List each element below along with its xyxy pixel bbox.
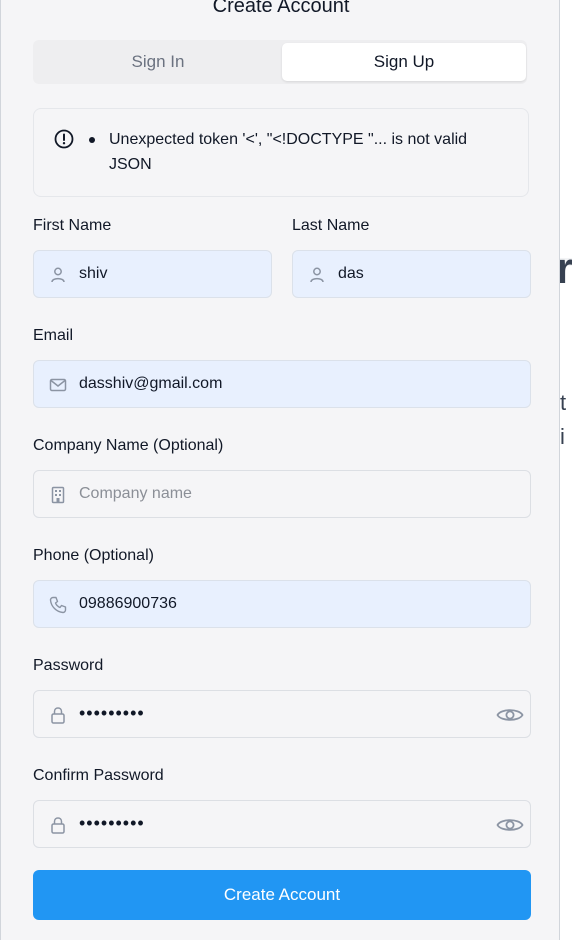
password-masked-value: ••••••••• <box>79 703 145 723</box>
tab-sign-up[interactable]: Sign Up <box>282 43 526 81</box>
company-label: Company Name (Optional) <box>33 437 224 454</box>
company-name-field[interactable]: Company name <box>33 470 531 518</box>
email-label: Email <box>33 327 74 344</box>
user-icon <box>310 267 324 283</box>
last-name-value: das <box>338 265 364 282</box>
error-message: Unexpected token '<', "<!DOCTYPE "... is… <box>109 131 468 173</box>
lock-icon <box>51 707 65 724</box>
error-alert: Unexpected token '<', "<!DOCTYPE "... is… <box>33 108 529 197</box>
email-field[interactable]: dasshiv@gmail.com <box>33 360 531 408</box>
eye-icon[interactable] <box>496 705 524 725</box>
last-name-field[interactable]: das <box>292 250 531 298</box>
lock-icon <box>51 817 65 834</box>
last-name-label: Last Name <box>292 217 370 234</box>
phone-field[interactable]: 09886900736 <box>33 580 531 628</box>
create-account-button[interactable]: Create Account <box>33 870 531 920</box>
email-value: dasshiv@gmail.com <box>79 375 223 392</box>
mail-icon <box>49 378 67 392</box>
confirm-password-masked-value: ••••••••• <box>79 813 145 833</box>
eye-icon[interactable] <box>496 815 524 835</box>
first-name-value: shiv <box>79 265 108 282</box>
confirm-password-field[interactable]: ••••••••• <box>33 800 531 848</box>
building-icon <box>51 486 65 504</box>
first-name-label: First Name <box>33 217 112 234</box>
list-bullet <box>89 137 95 143</box>
auth-tabs: Sign In Sign Up <box>33 40 527 84</box>
company-placeholder: Company name <box>79 485 192 502</box>
phone-label: Phone (Optional) <box>33 547 154 564</box>
password-label: Password <box>33 657 104 674</box>
phone-icon <box>49 596 67 614</box>
confirm-password-label: Confirm Password <box>33 767 164 784</box>
background-text-fragment: t <box>560 390 567 415</box>
password-field[interactable]: ••••••••• <box>33 690 531 738</box>
alert-circle-icon <box>54 129 74 149</box>
page-title: Create Account <box>212 0 350 17</box>
background-text-fragment: i <box>560 424 565 449</box>
phone-value: 09886900736 <box>79 595 177 612</box>
user-icon <box>51 267 65 283</box>
create-account-modal: Create Account Sign In Sign Up Unexpecte… <box>0 0 560 940</box>
first-name-field[interactable]: shiv <box>33 250 272 298</box>
tab-sign-in[interactable]: Sign In <box>36 43 280 81</box>
